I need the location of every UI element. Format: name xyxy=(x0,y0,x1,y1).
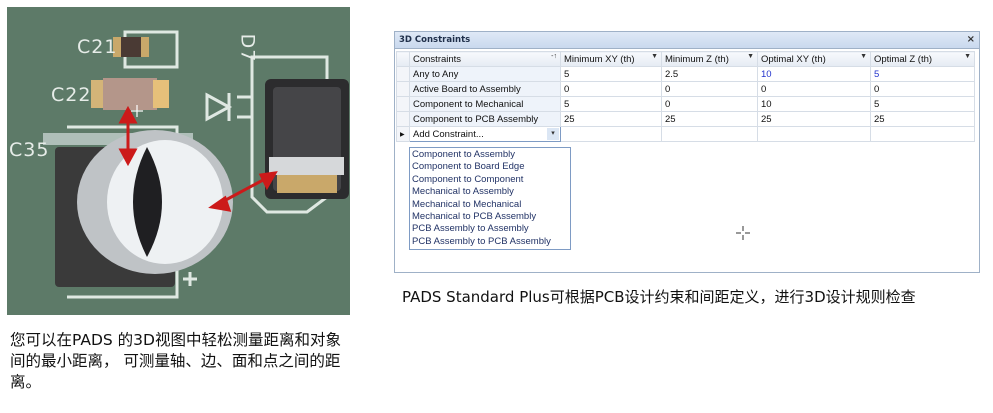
left-caption: 您可以在PADS 的3D视图中轻松测量距离和对象间的最小距离， 可测量轴、边、面… xyxy=(10,331,341,391)
dropdown-option[interactable]: Mechanical to Assembly xyxy=(412,186,568,198)
min-z-cell[interactable]: 0 xyxy=(661,81,758,97)
chevron-down-icon[interactable]: ▼ xyxy=(651,53,658,60)
chevron-down-icon[interactable]: ▼ xyxy=(747,53,754,60)
column-header-opt-xy[interactable]: Optimal XY (th) ▼ xyxy=(757,51,871,67)
table-row[interactable]: Any to Any 5 2.5 10 5 xyxy=(396,66,975,82)
silk-label-c21: C21 xyxy=(77,36,118,58)
min-xy-cell[interactable]: 0 xyxy=(560,81,662,97)
silk-label-c22: C22 xyxy=(51,84,92,106)
crosshair-cursor-icon xyxy=(736,226,750,240)
min-z-cell[interactable]: 25 xyxy=(661,111,758,127)
opt-xy-cell[interactable]: 10 xyxy=(757,66,871,82)
dropdown-option[interactable]: Component to Component xyxy=(412,174,568,186)
chevron-down-icon[interactable]: ▾ xyxy=(547,128,559,140)
dialog-title-bar: 3D Constraints × xyxy=(395,32,979,49)
min-z-cell[interactable]: 0 xyxy=(661,96,758,112)
column-header-min-xy[interactable]: Minimum XY (th) ▼ xyxy=(560,51,662,67)
column-header-constraints[interactable]: Constraints -↑ xyxy=(409,51,561,67)
opt-xy-cell[interactable]: 25 xyxy=(757,111,871,127)
row-selector-header xyxy=(396,51,410,67)
dropdown-option[interactable]: PCB Assembly to PCB Assembly xyxy=(412,236,568,248)
silk-label-d7: D7 xyxy=(236,33,259,63)
grid-header-row: Constraints -↑ Minimum XY (th) ▼ Minimum Z… xyxy=(396,51,975,67)
add-constraint-select[interactable]: Add Constraint... ▾ xyxy=(409,126,561,142)
min-xy-cell[interactable]: 5 xyxy=(560,96,662,112)
dropdown-option[interactable]: Mechanical to Mechanical xyxy=(412,199,568,211)
column-header-min-z[interactable]: Minimum Z (th) ▼ xyxy=(661,51,758,67)
min-xy-cell[interactable]: 25 xyxy=(560,111,662,127)
column-header-opt-z[interactable]: Optimal Z (th) ▼ xyxy=(870,51,975,67)
dropdown-option[interactable]: PCB Assembly to Assembly xyxy=(412,223,568,235)
opt-z-cell[interactable]: 5 xyxy=(870,96,975,112)
constraints-grid: Constraints -↑ Minimum XY (th) ▼ Minimum Z… xyxy=(396,51,975,142)
dropdown-option[interactable]: Component to Board Edge xyxy=(412,161,568,173)
pcb-board-graphic xyxy=(43,30,349,299)
silk-label-c35: C35 xyxy=(9,139,50,161)
constraint-name[interactable]: Component to PCB Assembly xyxy=(409,111,561,127)
pcb-3d-view[interactable]: C21 C22 C35 D7 xyxy=(7,7,350,315)
constraint-name[interactable]: Any to Any xyxy=(409,66,561,82)
constraint-dropdown-list: Component to Assembly Component to Board… xyxy=(409,147,571,251)
table-row[interactable]: Component to PCB Assembly 25 25 25 25 xyxy=(396,111,975,127)
opt-z-cell[interactable]: 25 xyxy=(870,111,975,127)
chevron-down-icon[interactable]: ▼ xyxy=(860,53,867,60)
dialog-title: 3D Constraints xyxy=(399,35,471,45)
opt-xy-cell[interactable]: 10 xyxy=(757,96,871,112)
opt-z-cell[interactable]: 0 xyxy=(870,81,975,97)
table-row[interactable]: Active Board to Assembly 0 0 0 0 xyxy=(396,81,975,97)
add-constraint-row[interactable]: ▶ Add Constraint... ▾ xyxy=(396,126,975,142)
dropdown-option[interactable]: Mechanical to PCB Assembly xyxy=(412,211,568,223)
table-row[interactable]: Component to Mechanical 5 0 10 5 xyxy=(396,96,975,112)
right-caption: PADS Standard Plus可根据PCB设计约束和间距定义，进行3D设计… xyxy=(402,288,916,306)
sort-icon[interactable]: -↑ xyxy=(551,53,557,60)
min-xy-cell[interactable]: 5 xyxy=(560,66,662,82)
opt-xy-cell[interactable]: 0 xyxy=(757,81,871,97)
close-icon[interactable]: × xyxy=(967,32,975,48)
dropdown-option[interactable]: Component to Assembly xyxy=(412,149,568,161)
min-z-cell[interactable]: 2.5 xyxy=(661,66,758,82)
opt-z-cell[interactable]: 5 xyxy=(870,66,975,82)
chevron-down-icon[interactable]: ▼ xyxy=(964,53,971,60)
current-row-icon: ▶ xyxy=(396,126,410,142)
constraint-name[interactable]: Component to Mechanical xyxy=(409,96,561,112)
constraint-name[interactable]: Active Board to Assembly xyxy=(409,81,561,97)
